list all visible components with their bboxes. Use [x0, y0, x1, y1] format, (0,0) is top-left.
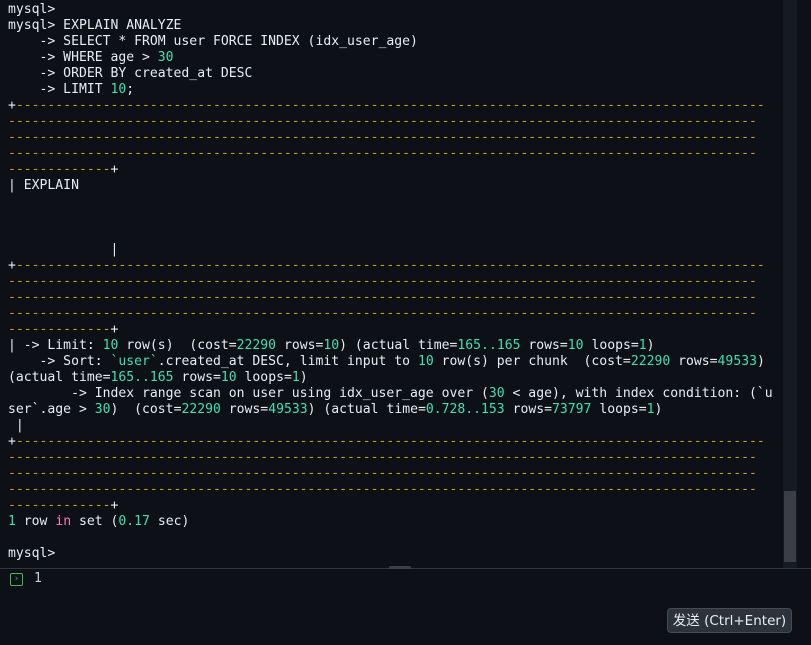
table-border: +---------------------------------------…: [8, 98, 765, 113]
scrollbar-thumb[interactable]: [784, 491, 796, 562]
plan-line: -> Index range scan on user using idx_us…: [8, 386, 773, 401]
line-number: 1: [34, 571, 42, 586]
plan-line: | -> Limit: 10 row(s) (cost=22290 rows=1…: [8, 338, 655, 353]
table-border: ----------------------------------------…: [8, 482, 757, 497]
table-cell-edge: |: [110, 242, 119, 257]
table-border: -------------+: [8, 322, 119, 337]
send-button[interactable]: 发送 (Ctrl+Enter): [667, 608, 792, 633]
table-border: ----------------------------------------…: [8, 450, 757, 465]
table-border: ----------------------------------------…: [8, 466, 757, 481]
run-icon: ›: [10, 573, 23, 586]
table-border: -------------+: [8, 498, 119, 513]
plan-line: |: [8, 418, 24, 433]
table-border: ----------------------------------------…: [8, 146, 757, 161]
plan-line: -> Sort: `user`.created_at DESC, limit i…: [8, 354, 765, 369]
query-line: -> LIMIT 10;: [8, 82, 135, 97]
table-border: +---------------------------------------…: [8, 434, 765, 449]
table-border: ----------------------------------------…: [8, 306, 757, 321]
table-border: ----------------------------------------…: [8, 290, 757, 305]
query-line: -> ORDER BY created_at DESC: [8, 66, 253, 81]
scrollbar-track[interactable]: [783, 0, 797, 568]
terminal-output: mysql> mysql> EXPLAIN ANALYZE -> SELECT …: [0, 0, 797, 568]
table-border: ----------------------------------------…: [8, 114, 757, 129]
query-line: -> SELECT * FROM user FORCE INDEX (idx_u…: [8, 34, 418, 49]
resize-handle[interactable]: [389, 566, 411, 569]
plan-line: (actual time=165..165 rows=10 loops=1): [8, 370, 308, 385]
table-border: -------------+: [8, 162, 119, 177]
prompt-line: mysql>: [8, 546, 56, 561]
prompt-line: mysql>: [8, 2, 56, 17]
table-border: +---------------------------------------…: [8, 258, 765, 273]
plan-line: ser`.age > 30) (cost=22290 rows=49533) (…: [8, 402, 663, 417]
query-line: -> WHERE age > 30: [8, 50, 174, 65]
table-header: | EXPLAIN: [8, 178, 79, 193]
table-border: ----------------------------------------…: [8, 130, 757, 145]
table-border: ----------------------------------------…: [8, 274, 757, 289]
query-line: mysql> EXPLAIN ANALYZE: [8, 18, 182, 33]
result-summary: 1 row in set (0.17 sec): [8, 514, 190, 529]
